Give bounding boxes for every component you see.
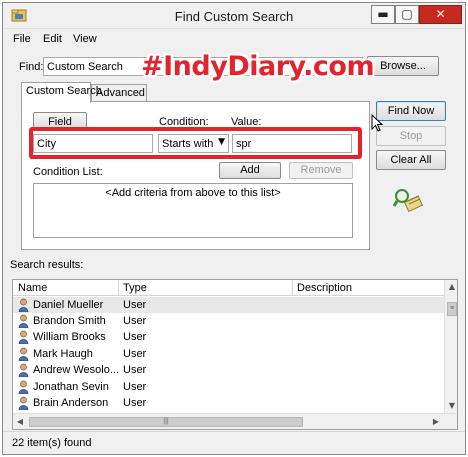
stop-button[interactable]: Stop <box>376 126 446 146</box>
browse-button[interactable]: Browse... <box>367 56 439 76</box>
row-type: User <box>123 299 147 311</box>
condition-list[interactable]: <Add criteria from above to this list> <box>33 183 353 238</box>
results-header: Name Type Description <box>13 280 444 296</box>
user-icon <box>18 347 29 361</box>
find-now-button[interactable]: Find Now <box>376 101 446 121</box>
user-icon <box>18 380 29 394</box>
user-icon <box>18 396 29 410</box>
condition-list-label: Condition List: <box>33 166 103 178</box>
user-icon <box>18 330 29 344</box>
column-divider[interactable] <box>118 280 119 296</box>
row-name: William Brooks <box>33 331 106 343</box>
column-header-description[interactable]: Description <box>297 282 352 294</box>
mouse-cursor-icon <box>371 114 383 132</box>
vertical-scroll-thumb[interactable]: ≡ <box>447 302 457 316</box>
row-type: User <box>123 397 147 409</box>
vertical-scrollbar[interactable]: ▲ ≡ ▼ <box>444 280 457 413</box>
add-button[interactable]: Add <box>219 162 281 179</box>
column-header-type[interactable]: Type <box>123 282 147 294</box>
status-bar: 22 item(s) found <box>3 431 465 454</box>
table-row[interactable]: Daniel Mueller User <box>13 297 444 313</box>
search-animation-icon <box>393 189 423 213</box>
table-row[interactable]: Brandon Smith User <box>13 313 444 329</box>
menu-file[interactable]: File <box>13 33 31 45</box>
scroll-left-arrow-icon[interactable]: ◀ <box>13 415 27 429</box>
watermark-text: #IndyDiary.com <box>141 51 375 82</box>
row-name: Jonathan Sevin <box>33 381 109 393</box>
table-row[interactable]: William Brooks User <box>13 329 444 345</box>
close-button[interactable]: ✕ <box>419 5 462 24</box>
menu-edit[interactable]: Edit <box>43 33 62 45</box>
row-type: User <box>123 364 147 376</box>
horizontal-scroll-thumb[interactable]: ||| <box>29 417 303 427</box>
row-type: User <box>123 348 147 360</box>
row-name: Mark Haugh <box>33 348 93 360</box>
horizontal-scrollbar[interactable]: ◀ ||| ▶ <box>13 413 457 429</box>
column-header-name[interactable]: Name <box>18 282 47 294</box>
row-type: User <box>123 331 147 343</box>
search-results-label: Search results: <box>10 259 84 271</box>
table-row[interactable]: Jonathan Sevin User <box>13 379 444 395</box>
status-text: 22 item(s) found <box>12 437 92 449</box>
condition-list-placeholder: <Add criteria from above to this list> <box>105 187 281 199</box>
highlight-box <box>29 127 362 159</box>
user-icon <box>18 298 29 312</box>
search-results-list[interactable]: Name Type Description Daniel Mueller Use… <box>12 279 458 430</box>
menu-view[interactable]: View <box>73 33 97 45</box>
row-name: Brain Anderson <box>33 397 109 409</box>
clear-all-button[interactable]: Clear All <box>376 150 446 170</box>
table-row[interactable]: Mark Haugh User <box>13 346 444 362</box>
row-type: User <box>123 315 147 327</box>
column-divider[interactable] <box>292 280 293 296</box>
scroll-down-arrow-icon[interactable]: ▼ <box>445 399 457 413</box>
minimize-button[interactable]: ▬ <box>371 5 395 24</box>
user-icon <box>18 363 29 377</box>
row-name: Daniel Mueller <box>33 299 104 311</box>
maximize-button[interactable]: ▢ <box>395 5 419 24</box>
user-icon <box>18 314 29 328</box>
table-row[interactable]: Andrew Wesolo... User <box>13 362 444 378</box>
menu-bar: File Edit View <box>3 30 465 48</box>
row-name: Brandon Smith <box>33 315 106 327</box>
remove-button[interactable]: Remove <box>289 162 353 179</box>
scroll-up-arrow-icon[interactable]: ▲ <box>445 280 457 294</box>
title-bar: Find Custom Search ▬ ▢ ✕ <box>3 3 465 29</box>
row-type: User <box>123 381 147 393</box>
find-custom-search-window: Find Custom Search ▬ ▢ ✕ File Edit View … <box>2 2 466 455</box>
tab-custom-search[interactable]: Custom Search <box>21 82 102 103</box>
find-label: Find: <box>19 61 44 73</box>
scroll-right-arrow-icon[interactable]: ▶ <box>429 415 443 429</box>
row-name: Andrew Wesolo... <box>33 364 120 376</box>
table-row[interactable]: Brain Anderson User <box>13 395 444 411</box>
